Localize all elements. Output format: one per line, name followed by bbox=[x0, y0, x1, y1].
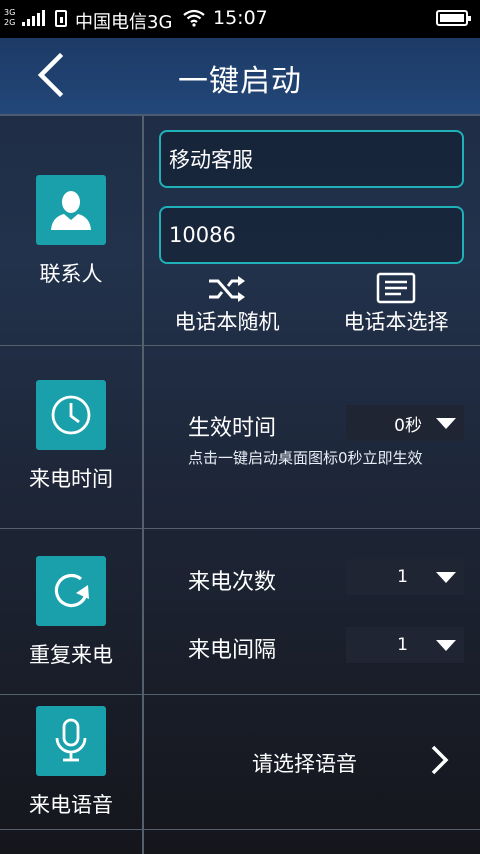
select-voice-button[interactable]: 请选择语音 bbox=[144, 695, 480, 829]
call-voice-label: 来电语音 bbox=[29, 793, 113, 817]
call-time-section: 来电时间 生效时间 0秒 点击一键启动桌面图标0秒立即生效 bbox=[0, 346, 480, 529]
call-interval-dropdown[interactable]: 1 bbox=[346, 627, 464, 663]
repeat-call-section: 重复来电 来电次数 1 来电间隔 1 bbox=[0, 529, 480, 695]
sim-card-icon bbox=[55, 10, 67, 27]
phonebook-select-label: 电话本选择 bbox=[343, 310, 449, 334]
microphone-icon bbox=[55, 718, 87, 762]
select-voice-text: 请选择语音 bbox=[252, 752, 357, 776]
effective-time-hint: 点击一键启动桌面图标0秒立即生效 bbox=[188, 449, 423, 467]
repeat-call-tile bbox=[36, 556, 106, 626]
chevron-right-icon bbox=[431, 745, 449, 775]
contact-label: 联系人 bbox=[39, 262, 103, 286]
call-voice-tile bbox=[36, 706, 106, 776]
signal-icon bbox=[22, 10, 45, 26]
person-icon bbox=[51, 191, 91, 230]
caret-down-icon bbox=[436, 639, 456, 651]
caret-down-icon bbox=[436, 417, 456, 429]
contact-section: 联系人 移动客服 10086 电话本随机 电话本选择 bbox=[0, 116, 480, 346]
column-divider bbox=[142, 830, 144, 854]
battery-icon bbox=[436, 10, 471, 26]
effective-time-value: 0秒 bbox=[394, 415, 422, 436]
phonebook-random-button[interactable]: 电话本随机 bbox=[166, 274, 288, 336]
status-bar: 3G 2G 中国电信3G 15:07 bbox=[0, 0, 480, 38]
next-section-partial bbox=[0, 830, 480, 854]
contact-name-input[interactable]: 移动客服 bbox=[159, 130, 464, 188]
refresh-icon bbox=[54, 573, 89, 608]
page-title: 一键启动 bbox=[178, 64, 302, 99]
call-voice-section: 来电语音 请选择语音 bbox=[0, 695, 480, 830]
shuffle-icon bbox=[209, 276, 245, 302]
call-time-tile bbox=[36, 380, 106, 450]
contact-number-input[interactable]: 10086 bbox=[159, 206, 464, 264]
carrier-name: 中国电信3G bbox=[75, 12, 173, 33]
effective-time-label: 生效时间 bbox=[188, 416, 277, 441]
call-time-category: 来电时间 bbox=[0, 346, 144, 528]
network-type-indicator: 3G 2G bbox=[4, 8, 16, 27]
app-header: 一键启动 bbox=[0, 38, 480, 116]
effective-time-dropdown[interactable]: 0秒 bbox=[346, 405, 464, 441]
call-count-dropdown[interactable]: 1 bbox=[346, 559, 464, 595]
clock-icon bbox=[51, 395, 91, 435]
call-interval-label: 来电间隔 bbox=[188, 638, 277, 663]
clock: 15:07 bbox=[213, 7, 268, 29]
repeat-call-label: 重复来电 bbox=[29, 643, 113, 667]
contact-tile bbox=[36, 175, 106, 245]
phonebook-random-label: 电话本随机 bbox=[174, 310, 280, 334]
call-voice-category: 来电语音 bbox=[0, 695, 144, 829]
list-icon bbox=[376, 272, 416, 304]
call-count-value: 1 bbox=[397, 567, 408, 587]
call-time-label: 来电时间 bbox=[29, 467, 113, 491]
contact-category: 联系人 bbox=[0, 116, 144, 345]
caret-down-icon bbox=[436, 571, 456, 583]
phonebook-select-button[interactable]: 电话本选择 bbox=[334, 272, 458, 336]
repeat-call-category: 重复来电 bbox=[0, 529, 144, 694]
call-interval-value: 1 bbox=[397, 635, 408, 655]
call-count-label: 来电次数 bbox=[188, 570, 277, 595]
wifi-icon bbox=[183, 9, 205, 27]
